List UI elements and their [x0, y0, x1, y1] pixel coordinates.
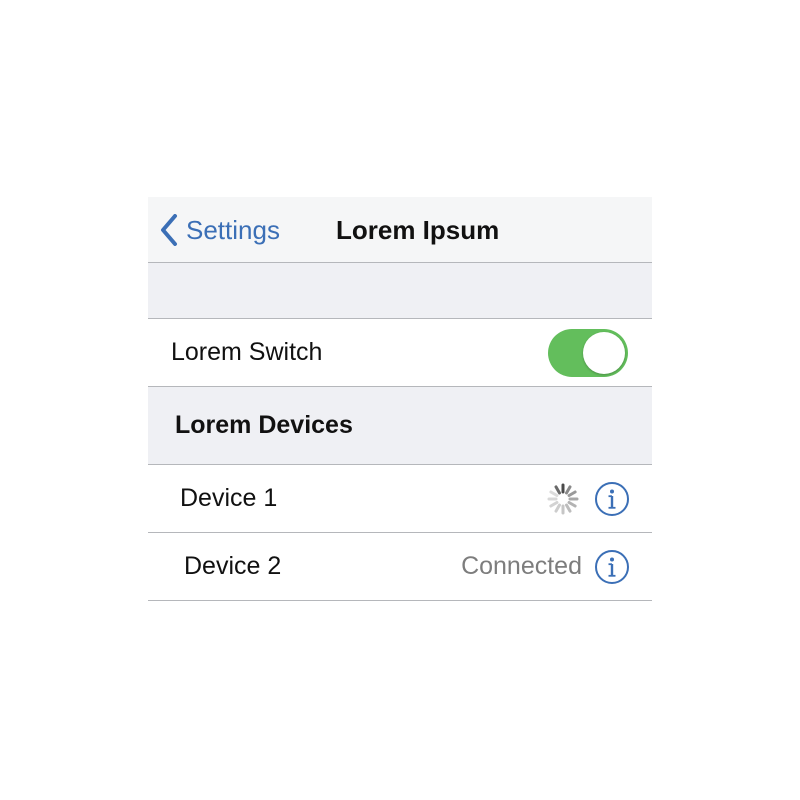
- settings-panel: Settings Lorem Ipsum Lorem Switch Lorem …: [148, 197, 652, 601]
- device-row-accessories: [546, 465, 630, 532]
- toggle-knob: [583, 332, 625, 374]
- device-row-1[interactable]: Device 1: [148, 465, 652, 533]
- switch-label: Lorem Switch: [171, 338, 323, 366]
- device-status: Connected: [461, 552, 582, 580]
- back-button-label: Settings: [186, 214, 280, 245]
- switch-row: Lorem Switch: [148, 319, 652, 387]
- device-name: Device 1: [180, 484, 278, 512]
- device-row-accessories: Connected: [461, 533, 630, 600]
- section-header: Lorem Devices: [148, 387, 652, 465]
- group-spacer: [148, 263, 652, 319]
- device-row-2[interactable]: Device 2 Connected: [148, 533, 652, 601]
- lorem-switch-toggle[interactable]: [548, 329, 628, 377]
- section-title: Lorem Devices: [175, 411, 353, 439]
- back-button[interactable]: Settings: [160, 197, 280, 263]
- info-icon[interactable]: [594, 549, 630, 585]
- navigation-bar: Settings Lorem Ipsum: [148, 197, 652, 263]
- device-name: Device 2: [184, 552, 282, 580]
- info-icon[interactable]: [594, 481, 630, 517]
- chevron-left-icon: [161, 214, 177, 246]
- page-title: Lorem Ipsum: [336, 214, 500, 245]
- spinner-icon: [547, 483, 579, 514]
